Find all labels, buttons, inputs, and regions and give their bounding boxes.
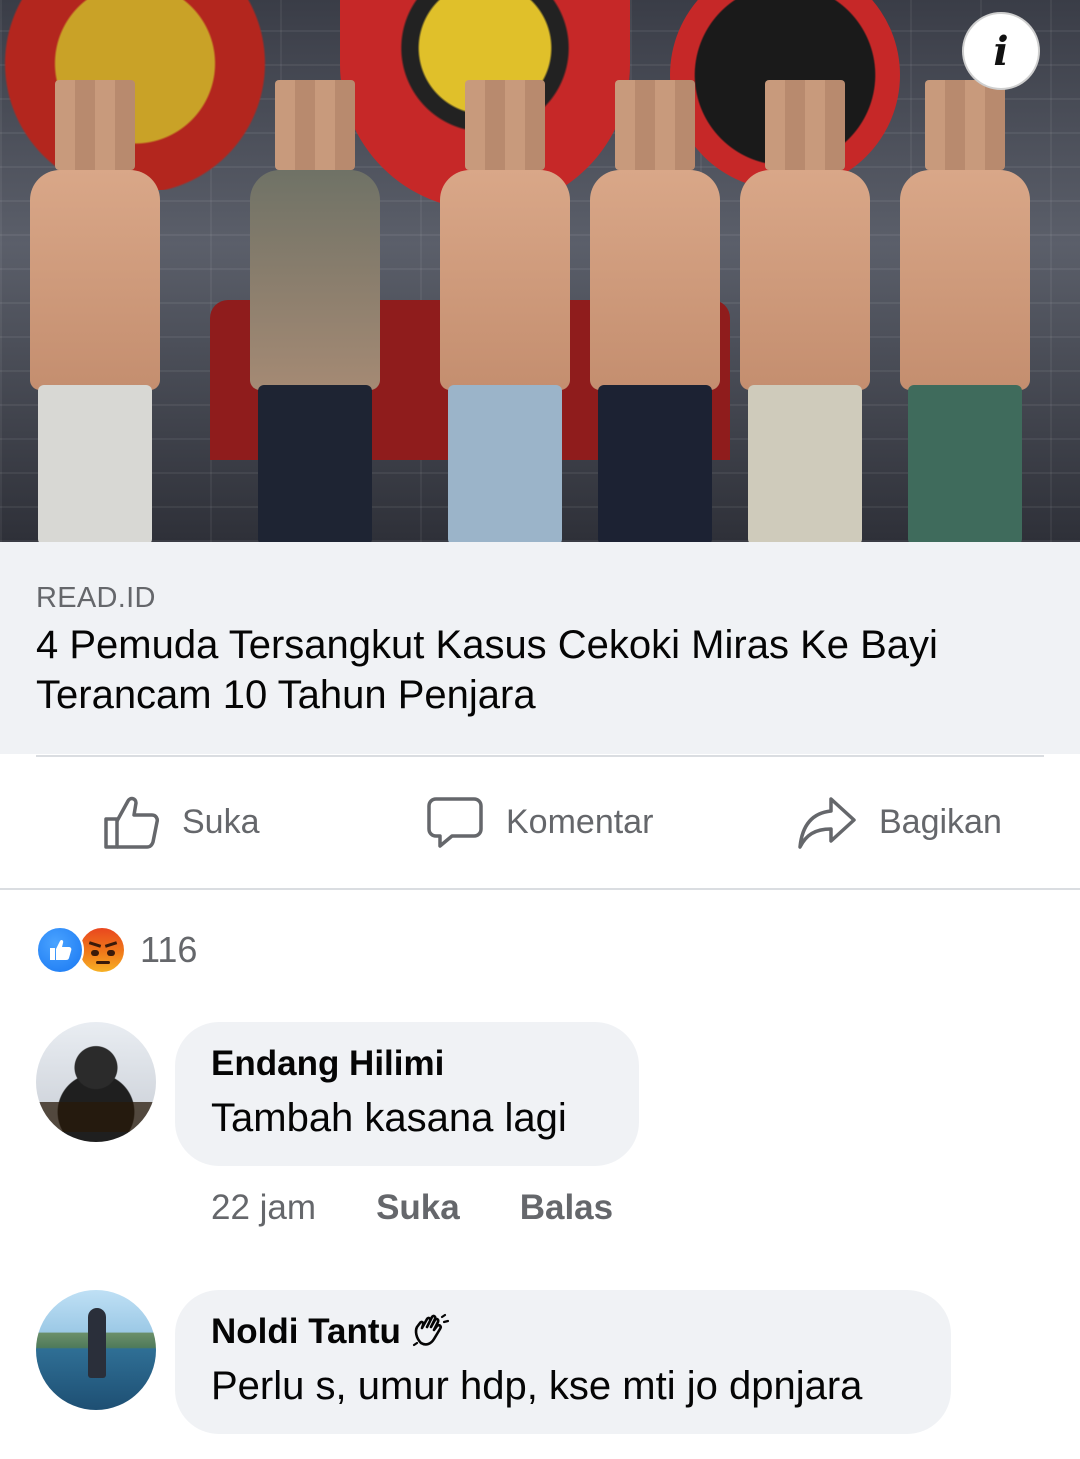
divider-full [0, 888, 1080, 890]
link-preview[interactable]: READ.ID 4 Pemuda Tersangkut Kasus Cekoki… [0, 542, 1080, 754]
share-label: Bagikan [879, 802, 1002, 841]
person-1 [20, 80, 170, 542]
comment-icon [427, 797, 483, 848]
comment-bubble[interactable]: Noldi Tantu Perlu s, umur hdp, kse mti j… [175, 1290, 951, 1434]
comment-author[interactable]: Noldi Tantu [211, 1310, 915, 1354]
like-reaction-icon [36, 926, 84, 974]
comment-text: Perlu s, umur hdp, kse mti jo dpnjara [211, 1364, 863, 1408]
post-photo[interactable]: i [0, 0, 1080, 542]
comment-meta: 22 jam Suka Balas [211, 1183, 673, 1233]
person-4 [580, 80, 730, 542]
reactions-summary[interactable]: 116 [36, 925, 197, 975]
like-button[interactable]: Suka [102, 792, 260, 852]
person-3 [430, 80, 580, 542]
share-button[interactable]: Bagikan [797, 792, 1002, 852]
thumbs-up-icon [104, 796, 159, 849]
like-label: Suka [182, 802, 260, 841]
person-6 [890, 80, 1040, 542]
waving-hand-icon [411, 1313, 451, 1351]
link-title: 4 Pemuda Tersangkut Kasus Cekoki Miras K… [36, 623, 938, 717]
post-action-bar: Suka Komentar Bagikan [0, 757, 1080, 889]
avatar[interactable] [36, 1022, 156, 1142]
comment-text: Tambah kasana lagi [211, 1096, 567, 1140]
comment-reply-button[interactable]: Balas [520, 1188, 613, 1228]
comment-button[interactable]: Komentar [426, 792, 653, 852]
comment-author-name[interactable]: Endang Hilimi [211, 1042, 444, 1086]
info-button[interactable]: i [962, 12, 1040, 90]
comment-author[interactable]: Endang Hilimi [211, 1042, 603, 1086]
share-arrow-icon [798, 797, 856, 849]
comment-like-button[interactable]: Suka [376, 1188, 460, 1228]
comment-label: Komentar [506, 802, 654, 841]
avatar[interactable] [36, 1290, 156, 1410]
link-source: READ.ID [36, 582, 156, 614]
comment-bubble[interactable]: Endang Hilimi Tambah kasana lagi [175, 1022, 639, 1166]
comment-author-name[interactable]: Noldi Tantu [211, 1310, 401, 1354]
person-2 [240, 80, 390, 542]
angry-reaction-icon [78, 926, 126, 974]
reaction-count: 116 [140, 929, 198, 970]
person-5 [730, 80, 880, 542]
info-icon: i [993, 27, 1009, 75]
comment-time[interactable]: 22 jam [211, 1188, 316, 1228]
